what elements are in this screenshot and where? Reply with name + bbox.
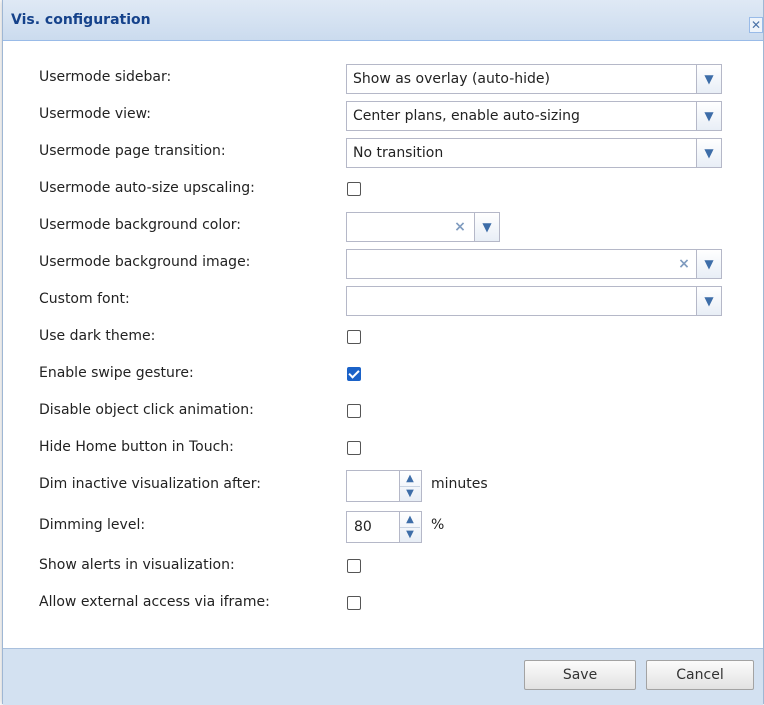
spinner-down-icon[interactable]: ▼ (400, 486, 420, 501)
dialog-body: Usermode sidebar: Show as overlay (auto-… (3, 41, 763, 648)
usermode-view-select[interactable]: Center plans, enable auto-sizing ▼ (346, 101, 722, 131)
row-usermode-sidebar: Usermode sidebar: Show as overlay (auto-… (3, 61, 763, 95)
iframe-access-checkbox[interactable] (347, 596, 361, 610)
usermode-view-label: Usermode view: (39, 106, 152, 122)
dimming-level-label: Dimming level: (39, 517, 146, 533)
usermode-sidebar-label: Usermode sidebar: (39, 69, 172, 85)
background-image-label: Usermode background image: (39, 254, 251, 270)
auto-size-upscaling-label: Usermode auto-size upscaling: (39, 180, 255, 196)
row-hide-home-button: Hide Home button in Touch: (3, 431, 763, 465)
row-dim-inactive: Dim inactive visualization after: ▲ ▼ mi… (3, 468, 763, 502)
spinner-down-icon[interactable]: ▼ (400, 527, 420, 542)
row-background-color: Usermode background color: × ▼ (3, 209, 763, 243)
dialog-footer: Save Cancel (3, 648, 763, 705)
dim-inactive-label: Dim inactive visualization after: (39, 476, 262, 492)
row-custom-font: Custom font: ▼ (3, 283, 763, 317)
chevron-down-icon[interactable]: ▼ (696, 250, 721, 278)
chevron-down-icon[interactable]: ▼ (474, 213, 499, 241)
spinner-up-icon[interactable]: ▲ (400, 471, 420, 487)
dialog-titlebar: Vis. configuration ✕ (3, 0, 763, 41)
background-color-picker[interactable]: × ▼ (346, 212, 500, 242)
swipe-gesture-checkbox[interactable] (347, 367, 361, 381)
usermode-view-value: Center plans, enable auto-sizing (353, 108, 580, 124)
dimming-level-stepper[interactable]: 80 ▲ ▼ (346, 511, 424, 543)
dim-inactive-unit: minutes (431, 476, 488, 492)
swipe-gesture-label: Enable swipe gesture: (39, 365, 194, 381)
row-background-image: Usermode background image: × ▼ (3, 246, 763, 280)
row-iframe-access: Allow external access via iframe: (3, 586, 763, 620)
chevron-down-icon[interactable]: ▼ (696, 65, 721, 93)
dialog-title: Vis. configuration (11, 12, 151, 28)
show-alerts-label: Show alerts in visualization: (39, 557, 235, 573)
clear-icon[interactable]: × (673, 250, 695, 278)
row-show-alerts: Show alerts in visualization: (3, 549, 763, 583)
page-transition-value: No transition (353, 145, 444, 161)
hide-home-button-label: Hide Home button in Touch: (39, 439, 234, 455)
row-page-transition: Usermode page transition: No transition … (3, 135, 763, 169)
row-auto-size-upscaling: Usermode auto-size upscaling: (3, 172, 763, 206)
dimming-level-value: 80 (354, 519, 372, 535)
hide-home-button-checkbox[interactable] (347, 441, 361, 455)
auto-size-upscaling-checkbox[interactable] (347, 182, 361, 196)
custom-font-label: Custom font: (39, 291, 130, 307)
show-alerts-checkbox[interactable] (347, 559, 361, 573)
clear-icon[interactable]: × (449, 213, 471, 241)
dimming-level-spinner: ▲ ▼ (400, 511, 422, 543)
page-transition-select[interactable]: No transition ▼ (346, 138, 722, 168)
background-image-select[interactable]: × ▼ (346, 249, 722, 279)
row-dark-theme: Use dark theme: (3, 320, 763, 354)
click-animation-label: Disable object click animation: (39, 402, 254, 418)
dimming-level-input[interactable]: 80 (346, 511, 400, 543)
dim-inactive-stepper[interactable]: ▲ ▼ (346, 470, 424, 502)
save-button[interactable]: Save (524, 660, 636, 690)
dimming-level-unit: % (431, 517, 445, 533)
row-dimming-level: Dimming level: 80 ▲ ▼ % (3, 509, 763, 543)
dark-theme-checkbox[interactable] (347, 330, 361, 344)
dim-inactive-input[interactable] (346, 470, 400, 502)
chevron-down-icon[interactable]: ▼ (696, 102, 721, 130)
vis-configuration-dialog: Vis. configuration ✕ Usermode sidebar: S… (2, 0, 764, 705)
chevron-down-icon[interactable]: ▼ (696, 287, 721, 315)
page-transition-label: Usermode page transition: (39, 143, 226, 159)
cancel-button[interactable]: Cancel (646, 660, 754, 690)
click-animation-checkbox[interactable] (347, 404, 361, 418)
usermode-sidebar-select[interactable]: Show as overlay (auto-hide) ▼ (346, 64, 722, 94)
background-color-label: Usermode background color: (39, 217, 242, 233)
spinner-up-icon[interactable]: ▲ (400, 512, 420, 528)
usermode-sidebar-value: Show as overlay (auto-hide) (353, 71, 550, 87)
dim-inactive-spinner: ▲ ▼ (400, 470, 422, 502)
chevron-down-icon[interactable]: ▼ (696, 139, 721, 167)
iframe-access-label: Allow external access via iframe: (39, 594, 270, 610)
row-swipe-gesture: Enable swipe gesture: (3, 357, 763, 391)
row-click-animation: Disable object click animation: (3, 394, 763, 428)
custom-font-select[interactable]: ▼ (346, 286, 722, 316)
row-usermode-view: Usermode view: Center plans, enable auto… (3, 98, 763, 132)
close-icon[interactable]: ✕ (749, 17, 763, 33)
dark-theme-label: Use dark theme: (39, 328, 156, 344)
